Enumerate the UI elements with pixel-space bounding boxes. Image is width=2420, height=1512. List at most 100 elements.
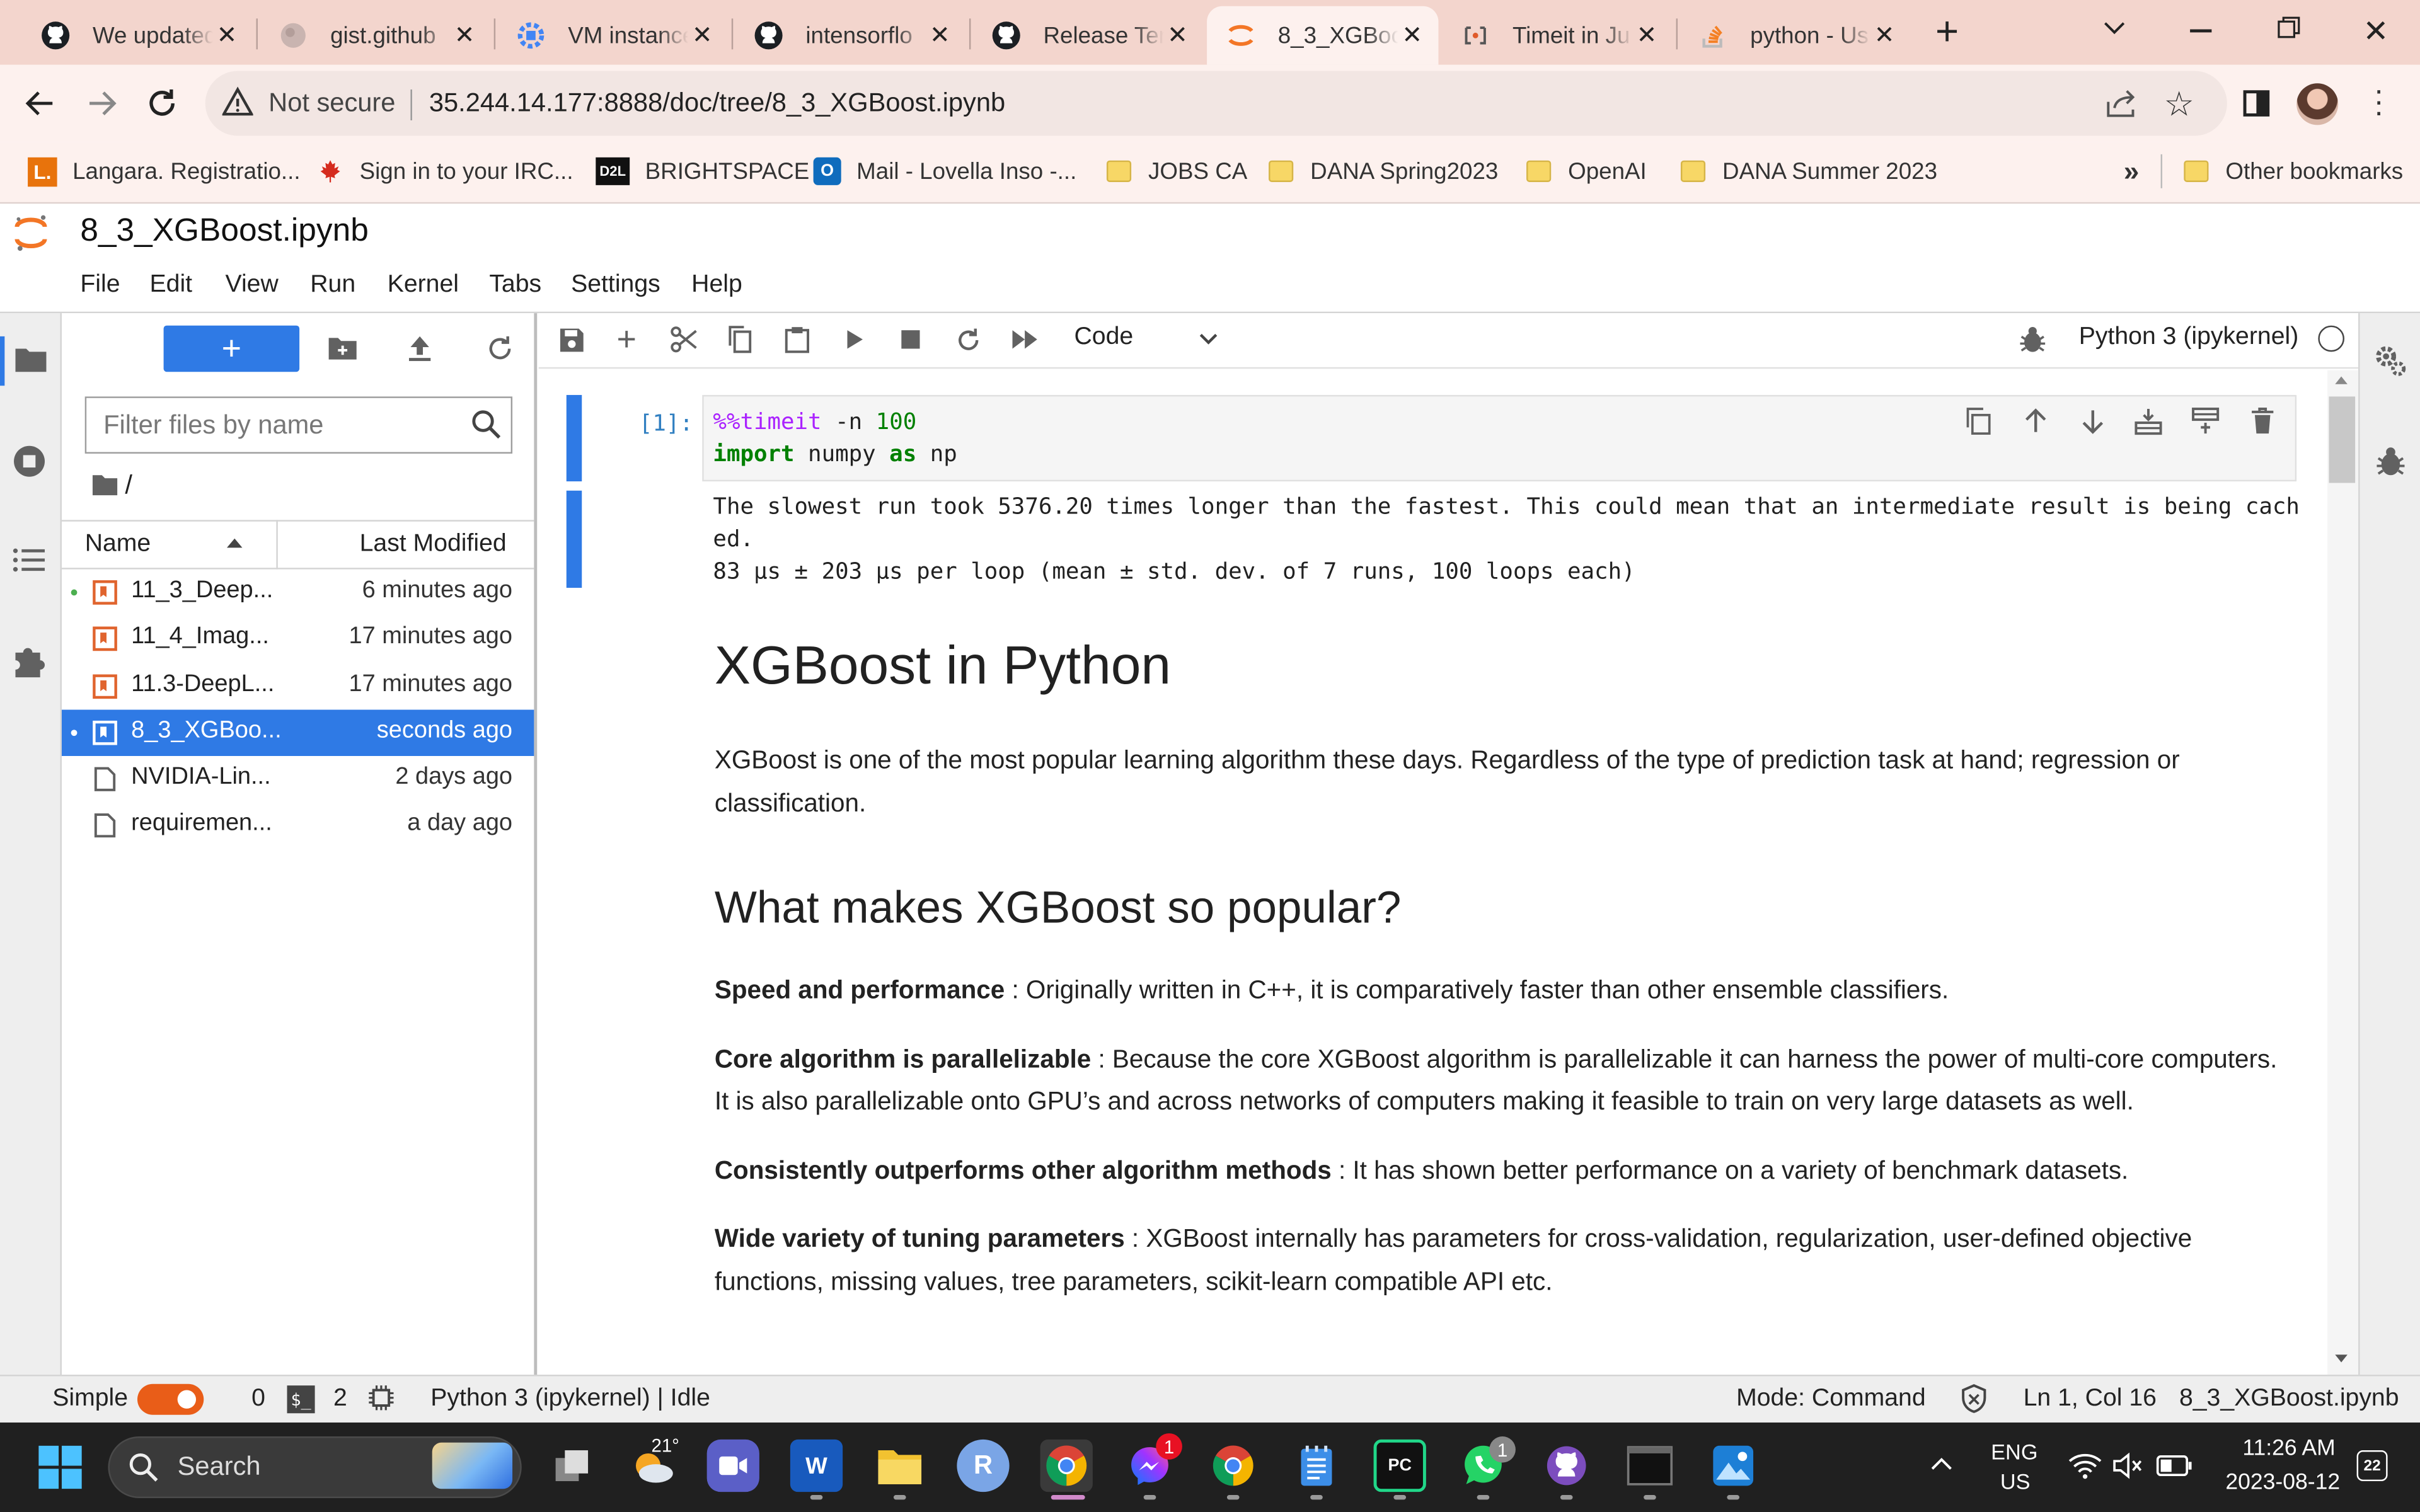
menu-edit[interactable]: Edit — [150, 272, 193, 299]
kernel-status-text[interactable]: Python 3 (ipykernel) | Idle — [430, 1385, 710, 1413]
insert-above-icon[interactable] — [2135, 408, 2162, 435]
language-line-1[interactable]: ENG — [1991, 1440, 2037, 1464]
debugger-bug-icon[interactable] — [2375, 444, 2406, 478]
menu-run[interactable]: Run — [310, 272, 355, 299]
scroll-up-arrow-icon[interactable] — [2334, 375, 2349, 386]
scroll-down-arrow-icon[interactable] — [2334, 1353, 2349, 1364]
upload-icon[interactable] — [395, 326, 444, 372]
warning-icon[interactable] — [222, 86, 253, 117]
close-tab-icon[interactable]: ✕ — [1633, 21, 1661, 50]
terminal-app-icon[interactable] — [1623, 1440, 1676, 1492]
browser-tab[interactable]: python - Us ✕ — [1679, 6, 1910, 65]
browser-tab[interactable]: intensorflo ✕ — [735, 6, 966, 65]
output-collapser[interactable] — [566, 490, 582, 588]
kernel-count[interactable]: 2 — [333, 1385, 347, 1413]
terminal-icon[interactable]: $_ — [287, 1385, 315, 1414]
code-line-1[interactable]: %%timeit -n 100 — [713, 406, 916, 438]
task-view-icon[interactable] — [546, 1440, 599, 1492]
bookmark-item[interactable]: O Mail - Lovella Inso -... — [813, 154, 1076, 188]
language-line-2[interactable]: US — [2000, 1469, 2031, 1493]
wifi-icon[interactable] — [2068, 1452, 2102, 1479]
new-tab-icon[interactable]: + — [1935, 11, 1973, 53]
browser-tab-active[interactable]: 8_3_XGBoo ✕ — [1207, 6, 1439, 65]
chrome-profile-icon[interactable] — [1040, 1439, 1093, 1492]
back-arrow-icon[interactable] — [23, 86, 57, 120]
column-last-modified-header[interactable]: Last Modified — [360, 520, 507, 569]
close-tab-icon[interactable]: ✕ — [926, 21, 954, 50]
close-tab-icon[interactable]: ✕ — [1870, 21, 1898, 50]
bookmark-folder[interactable]: JOBS CA — [1105, 154, 1247, 188]
pycharm-icon[interactable]: PC — [1373, 1439, 1426, 1492]
menu-file[interactable]: File — [80, 272, 120, 299]
forward-arrow-icon[interactable] — [85, 86, 119, 120]
battery-icon[interactable] — [2156, 1455, 2193, 1477]
bookmark-item[interactable]: L. Langara. Registratio... — [28, 154, 301, 188]
save-icon[interactable] — [553, 323, 590, 357]
more-bookmarks-chevron[interactable]: » — [2124, 154, 2140, 188]
r-app-icon[interactable]: R — [957, 1439, 1010, 1492]
windows-start-icon[interactable] — [38, 1445, 82, 1489]
browser-tab[interactable]: Release Ten ✕ — [972, 6, 1204, 65]
browser-tab[interactable]: VM instance ✕ — [497, 6, 729, 65]
folder-icon[interactable] — [91, 474, 118, 497]
share-icon[interactable] — [2105, 88, 2139, 119]
property-inspector-icon[interactable] — [2374, 344, 2408, 378]
side-panel-icon[interactable] — [2242, 89, 2270, 117]
tray-chevron-up-icon[interactable] — [1929, 1457, 1954, 1472]
cursor-position[interactable]: Ln 1, Col 16 — [2024, 1385, 2157, 1413]
copy-icon[interactable] — [721, 323, 758, 357]
menu-settings[interactable]: Settings — [571, 272, 660, 299]
menu-view[interactable]: View — [226, 272, 279, 299]
move-down-arrow-icon[interactable] — [2079, 408, 2107, 435]
kernel-chip-icon[interactable] — [367, 1384, 395, 1412]
word-icon[interactable]: W — [790, 1439, 843, 1492]
other-bookmarks[interactable]: Other bookmarks — [2182, 154, 2403, 188]
debugger-bug-icon[interactable] — [2019, 324, 2046, 355]
bookmark-folder[interactable]: DANA Spring2023 — [1267, 154, 1498, 188]
column-name-header[interactable]: Name — [85, 520, 151, 569]
file-row[interactable]: 11.3-DeepL... 17 minutes ago — [62, 663, 534, 709]
browser-tab[interactable]: Timeit in Ju ✕ — [1441, 6, 1673, 65]
notebook-scrollbar[interactable] — [2327, 370, 2359, 1375]
browser-tab[interactable]: We updated ✕ — [21, 6, 253, 65]
notification-shield-icon[interactable] — [1960, 1384, 1988, 1414]
input-collapser[interactable] — [566, 394, 582, 482]
minimize-icon[interactable] — [2190, 29, 2212, 32]
profile-avatar[interactable] — [2296, 83, 2339, 125]
new-folder-icon[interactable] — [318, 326, 367, 372]
search-icon[interactable] — [471, 409, 502, 440]
close-window-icon[interactable]: ✕ — [2363, 13, 2388, 51]
close-tab-icon[interactable]: ✕ — [213, 21, 241, 50]
security-label[interactable]: Not secure — [268, 88, 395, 119]
sort-ascending-icon[interactable] — [226, 537, 244, 549]
move-up-arrow-icon[interactable] — [2022, 408, 2049, 435]
browser-menu-icon[interactable]: · · · — [2374, 76, 2384, 128]
clock-date[interactable]: 2023-08-12 — [2225, 1470, 2340, 1495]
github-desktop-icon[interactable] — [1540, 1440, 1593, 1492]
kernel-name[interactable]: Python 3 (ipykernel) — [2079, 324, 2298, 352]
close-tab-icon[interactable]: ✕ — [1398, 21, 1426, 50]
paste-icon[interactable] — [778, 323, 815, 357]
tab-search-chevron-icon[interactable] — [2102, 18, 2127, 37]
browser-tab[interactable]: gist.github ✕ — [259, 6, 490, 65]
file-explorer-icon[interactable] — [873, 1440, 926, 1492]
notification-center-icon[interactable]: 22 — [2356, 1450, 2388, 1482]
extensions-puzzle-icon[interactable] — [13, 642, 47, 679]
bookmark-folder[interactable]: OpenAI — [1525, 154, 1647, 188]
close-tab-icon[interactable]: ✕ — [688, 21, 716, 50]
bookmark-star-icon[interactable]: ☆ — [2164, 85, 2194, 125]
delete-cell-icon[interactable] — [2250, 408, 2275, 435]
folder-icon[interactable] — [14, 346, 48, 374]
menu-kernel[interactable]: Kernel — [388, 272, 459, 299]
restart-run-all-icon[interactable] — [1006, 323, 1044, 357]
breadcrumb-path[interactable]: / — [125, 471, 132, 501]
chrome-icon[interactable] — [1207, 1440, 1259, 1492]
document-title[interactable]: 8_3_XGBoost.ipynb — [80, 213, 368, 250]
file-row[interactable]: 11_3_Deep... 6 minutes ago — [62, 570, 534, 616]
run-cell-icon[interactable] — [835, 323, 872, 357]
notepad-icon[interactable] — [1290, 1440, 1342, 1492]
close-tab-icon[interactable]: ✕ — [451, 21, 478, 50]
speaker-muted-icon[interactable] — [2113, 1452, 2144, 1479]
new-launcher-button[interactable]: + — [163, 325, 300, 372]
menu-tabs[interactable]: Tabs — [489, 272, 541, 299]
